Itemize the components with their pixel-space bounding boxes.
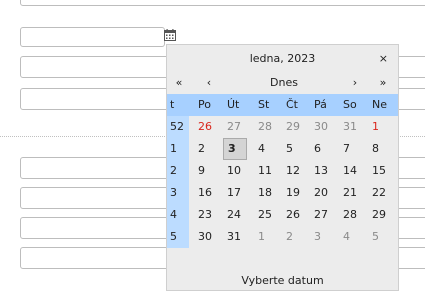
day-cell[interactable]: 31 — [343, 116, 357, 138]
day-cell[interactable]: 5 — [286, 138, 293, 160]
week-row: 4 23 24 25 26 27 28 29 — [167, 204, 398, 226]
calendar-icon[interactable] — [164, 29, 176, 41]
prev-month-button[interactable]: ‹ — [200, 72, 218, 94]
day-cell[interactable]: 29 — [372, 204, 386, 226]
form-field-top[interactable] — [20, 0, 425, 6]
day-cell[interactable]: 30 — [198, 226, 212, 248]
week-row: 5 30 31 1 2 3 4 5 — [167, 226, 398, 248]
week-number: 4 — [167, 204, 189, 226]
day-cell[interactable]: 26 — [286, 204, 300, 226]
day-cell[interactable]: 28 — [343, 204, 357, 226]
weekday-label: Čt — [286, 98, 298, 111]
day-cell[interactable]: 2 — [286, 226, 293, 248]
day-cell[interactable]: 11 — [258, 160, 272, 182]
day-cell[interactable]: 9 — [198, 160, 205, 182]
day-cell[interactable]: 30 — [314, 116, 328, 138]
week-number: 1 — [167, 138, 189, 160]
week-row: 2 9 10 11 12 13 14 15 — [167, 160, 398, 182]
day-cell[interactable]: 6 — [314, 138, 321, 160]
month-year-title: ledna, 2023 — [249, 52, 316, 65]
calendar-grid: t Po Út St Čt Pá So Ne 52 26 27 28 29 30 31 1 1 2 3 4 5 6 7 8 2 9… — [167, 94, 398, 248]
weekday-label: Pá — [314, 98, 327, 111]
day-cell[interactable]: 16 — [198, 182, 212, 204]
day-cell[interactable]: 27 — [314, 204, 328, 226]
day-cell[interactable]: 14 — [343, 160, 357, 182]
day-cell[interactable]: 26 — [198, 116, 212, 138]
calendar-nav: « ‹ Dnes › » — [167, 72, 398, 94]
day-cell[interactable]: 31 — [227, 226, 241, 248]
week-row: 12345678 — [167, 138, 398, 160]
day-cell[interactable]: 10 — [227, 160, 241, 182]
week-number: 2 — [167, 160, 189, 182]
selected-day-cell[interactable]: 3 — [223, 138, 247, 160]
weekday-label: Út — [227, 98, 240, 111]
weekday-label: Ne — [372, 98, 387, 111]
week-row: 3 16 17 18 19 20 21 22 — [167, 182, 398, 204]
week-number: 3 — [167, 182, 189, 204]
weekday-label: Po — [198, 98, 211, 111]
calendar-header: ledna, 2023 × — [167, 45, 398, 72]
day-cell[interactable]: 1 — [258, 226, 265, 248]
today-button[interactable]: Dnes — [253, 72, 315, 94]
day-cell[interactable]: 5 — [372, 226, 379, 248]
day-cell[interactable]: 25 — [258, 204, 272, 226]
day-cell[interactable]: 8 — [372, 138, 379, 160]
day-cell[interactable]: 24 — [227, 204, 241, 226]
weekday-label: So — [343, 98, 357, 111]
close-button[interactable]: × — [379, 45, 388, 72]
week-number-header: t — [170, 98, 175, 111]
date-input[interactable] — [20, 27, 165, 47]
prev-year-button[interactable]: « — [170, 72, 188, 94]
day-cell[interactable]: 18 — [258, 182, 272, 204]
week-number: 5 — [167, 226, 189, 248]
day-cell[interactable]: 3 — [314, 226, 321, 248]
day-cell[interactable]: 7 — [343, 138, 350, 160]
day-cell[interactable]: 27 — [227, 116, 241, 138]
day-cell[interactable]: 20 — [314, 182, 328, 204]
next-year-button[interactable]: » — [374, 72, 392, 94]
week-row: 52 26 27 28 29 30 31 1 — [167, 116, 398, 138]
day-cell[interactable]: 1 — [372, 116, 379, 138]
day-cell[interactable]: 15 — [372, 160, 386, 182]
day-cell[interactable]: 28 — [258, 116, 272, 138]
day-cell[interactable]: 21 — [343, 182, 357, 204]
day-cell[interactable]: 29 — [286, 116, 300, 138]
day-cell[interactable]: 17 — [227, 182, 241, 204]
week-number: 52 — [167, 116, 189, 138]
day-cell[interactable]: 12 — [286, 160, 300, 182]
weekday-label: St — [258, 98, 270, 111]
day-cell[interactable]: 23 — [198, 204, 212, 226]
weekday-header-row: t Po Út St Čt Pá So Ne — [167, 94, 398, 116]
next-month-button[interactable]: › — [346, 72, 364, 94]
day-cell[interactable]: 4 — [343, 226, 350, 248]
day-cell[interactable]: 19 — [286, 182, 300, 204]
date-picker-popup: ledna, 2023 × « ‹ Dnes › » t Po Út St Čt Pá So… — [166, 44, 399, 291]
day-cell[interactable]: 4 — [258, 138, 265, 160]
day-cell[interactable]: 2 — [198, 138, 205, 160]
footer-hint: Vyberte datum — [241, 274, 324, 287]
day-cell[interactable]: 13 — [314, 160, 328, 182]
day-cell[interactable]: 22 — [372, 182, 386, 204]
